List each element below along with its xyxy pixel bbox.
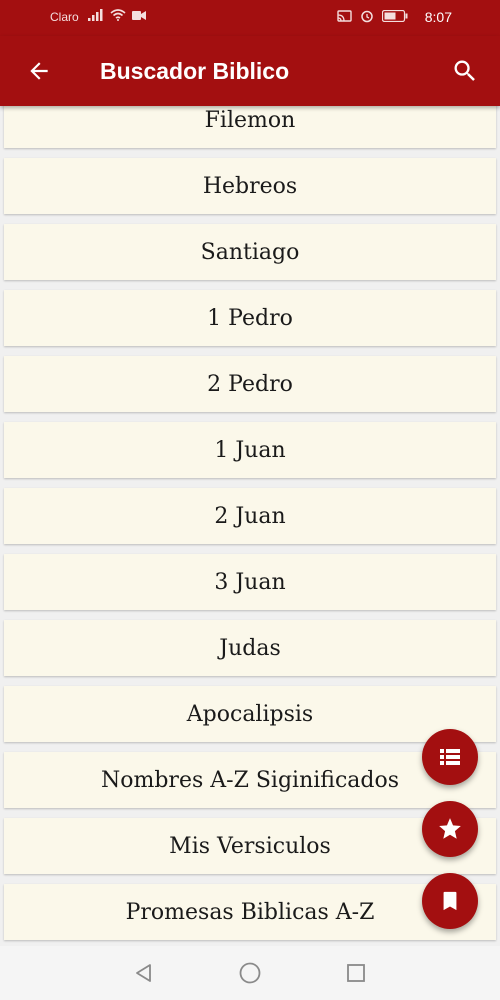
bookmark-icon	[443, 891, 457, 911]
cast-icon	[337, 10, 352, 22]
list-item-judas[interactable]: Judas	[4, 620, 496, 676]
list-item-2-juan[interactable]: 2 Juan	[4, 488, 496, 544]
nav-home-button[interactable]	[236, 959, 264, 987]
list-icon	[440, 749, 460, 765]
nav-back-button[interactable]	[130, 959, 158, 987]
arrow-left-icon	[30, 62, 48, 80]
nav-recents-button[interactable]	[342, 959, 370, 987]
list-item-3-juan[interactable]: 3 Juan	[4, 554, 496, 610]
list-item-santiago[interactable]: Santiago	[4, 224, 496, 280]
status-clock: 8:07	[424, 9, 452, 25]
alarm-icon	[361, 10, 373, 23]
list-item-hebreos[interactable]: Hebreos	[4, 158, 496, 214]
square-recents-icon	[347, 964, 365, 982]
list-item-2-pedro[interactable]: 2 Pedro	[4, 356, 496, 412]
favorites-fab-button[interactable]	[422, 801, 478, 857]
list-fab-button[interactable]	[422, 729, 478, 785]
carrier-name: Claro	[50, 10, 79, 24]
search-icon	[454, 60, 475, 81]
video-record-icon	[132, 10, 146, 20]
search-button[interactable]	[446, 52, 484, 90]
status-left-icons	[88, 9, 146, 21]
list-item-1-pedro[interactable]: 1 Pedro	[4, 290, 496, 346]
status-bar: Claro 8:07	[0, 0, 500, 36]
bookmark-fab-button[interactable]	[422, 873, 478, 929]
list-item-1-juan[interactable]: 1 Juan	[4, 422, 496, 478]
app-bar: Buscador Biblico	[0, 36, 500, 106]
triangle-back-icon	[136, 964, 151, 982]
back-button[interactable]	[20, 52, 58, 90]
battery-icon	[382, 10, 408, 22]
wifi-icon	[110, 9, 126, 21]
navigation-bar	[0, 946, 500, 1000]
list-item-filemon[interactable]: Filemon	[4, 106, 496, 148]
star-icon	[439, 818, 461, 839]
signal-icon	[88, 9, 103, 21]
list-item-apocalipsis[interactable]: Apocalipsis	[4, 686, 496, 742]
circle-home-icon	[239, 962, 261, 984]
page-title: Buscador Biblico	[100, 58, 290, 84]
